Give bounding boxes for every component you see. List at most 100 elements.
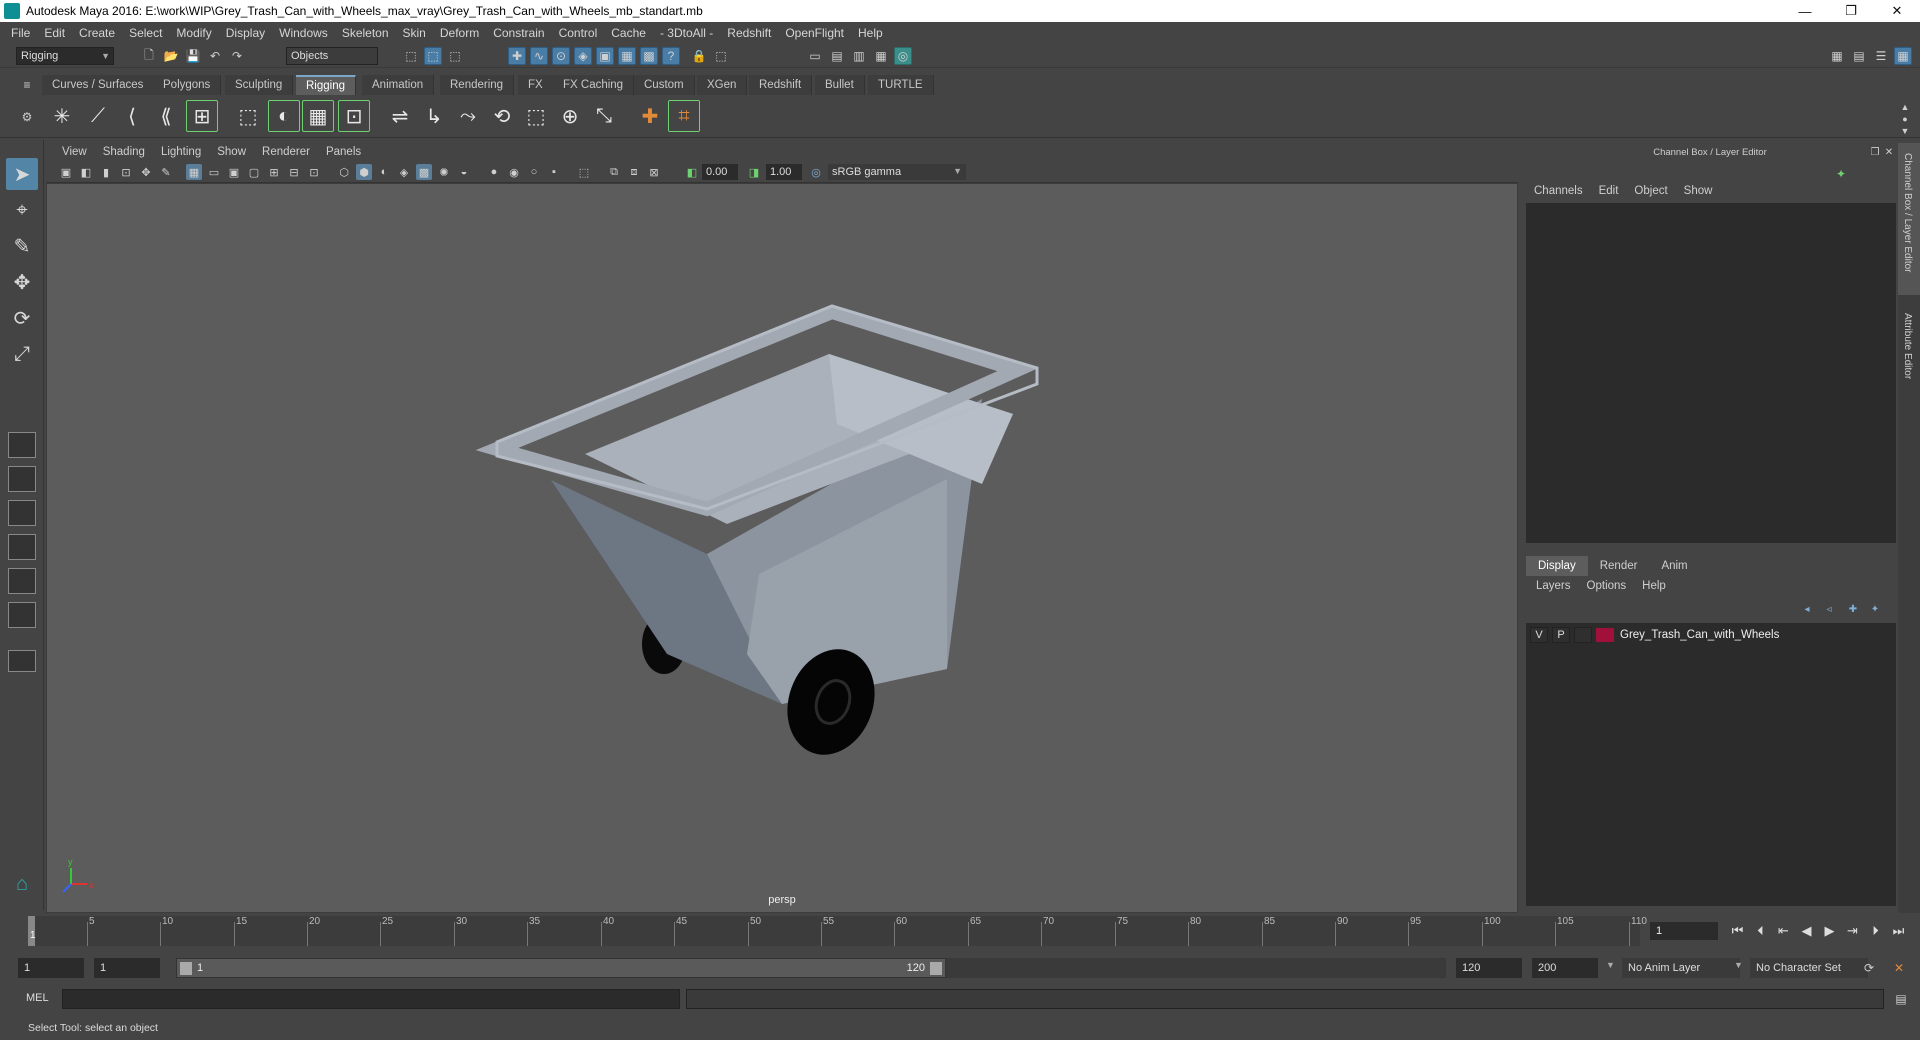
- 2d-pan-zoom-icon[interactable]: ✥: [138, 164, 154, 180]
- grid-toggle-icon[interactable]: ▦: [186, 164, 202, 180]
- cb-menu-object[interactable]: Object: [1626, 185, 1675, 203]
- menu-3dtoall[interactable]: - 3DtoAll -: [653, 26, 720, 40]
- grease-pencil-icon[interactable]: ✎: [158, 164, 174, 180]
- cb-menu-edit[interactable]: Edit: [1591, 185, 1627, 203]
- render-frame-icon[interactable]: ▭: [806, 47, 824, 65]
- tab-sculpting[interactable]: Sculpting: [225, 75, 294, 95]
- panel-menu-shading[interactable]: Shading: [95, 146, 153, 158]
- aim-constraint-icon[interactable]: ⬚: [520, 100, 552, 132]
- menu-select[interactable]: Select: [122, 26, 169, 40]
- menu-constrain[interactable]: Constrain: [486, 26, 551, 40]
- play-forward-icon[interactable]: ▶: [1818, 920, 1841, 942]
- menu-redshift[interactable]: Redshift: [720, 26, 778, 40]
- tab-anim[interactable]: Anim: [1649, 556, 1699, 576]
- maya-home-icon[interactable]: ⌂: [6, 868, 38, 900]
- exposure-field[interactable]: 0.00: [702, 164, 738, 180]
- menu-deform[interactable]: Deform: [433, 26, 486, 40]
- layer-type-toggle[interactable]: [1574, 627, 1592, 643]
- input-ops-icon[interactable]: ⬚: [712, 47, 730, 65]
- rotate-tool-icon[interactable]: ⟳: [6, 302, 38, 334]
- range-slider-track[interactable]: 1 120: [176, 958, 946, 978]
- go-to-start-icon[interactable]: ⏮: [1726, 920, 1749, 942]
- new-layer-selected-icon[interactable]: ✦: [1866, 600, 1884, 618]
- orient-constraint-icon[interactable]: ⤳: [452, 100, 484, 132]
- xray-components-icon[interactable]: ⊠: [646, 164, 662, 180]
- lattice-icon[interactable]: ▦: [302, 100, 334, 132]
- playback-end-field[interactable]: 120: [1456, 958, 1522, 978]
- select-object-icon[interactable]: ⬚: [424, 47, 442, 65]
- open-scene-icon[interactable]: 📂: [162, 47, 180, 65]
- more-layouts-icon[interactable]: [8, 650, 36, 672]
- field-chart-icon[interactable]: ⊞: [266, 164, 282, 180]
- layer-visibility-toggle[interactable]: V: [1530, 627, 1548, 643]
- safe-title-icon[interactable]: ⊡: [306, 164, 322, 180]
- range-end-handle[interactable]: [930, 962, 942, 975]
- time-slider[interactable]: 1 5 10 15 20 25 30 35 40 45 50 55 60 65 70 75 80 85 90 95 1…: [20, 916, 1647, 946]
- animation-start-field[interactable]: 1: [18, 958, 84, 978]
- menu-cache[interactable]: Cache: [604, 26, 653, 40]
- parent-constraint-icon[interactable]: ⇌: [384, 100, 416, 132]
- modeling-toolkit-icon[interactable]: ▦: [1828, 47, 1846, 65]
- anti-aliasing-icon[interactable]: ○: [526, 164, 542, 180]
- animation-end-field[interactable]: 200: [1532, 958, 1598, 978]
- menu-help[interactable]: Help: [851, 26, 890, 40]
- menu-create[interactable]: Create: [72, 26, 122, 40]
- paint-select-icon[interactable]: ✎: [6, 230, 38, 262]
- default-lighting-icon[interactable]: ◐: [376, 164, 392, 180]
- chevron-down-icon[interactable]: ▼: [1606, 960, 1615, 970]
- layer-row[interactable]: V P Grey_Trash_Can_with_Wheels: [1530, 626, 1892, 644]
- shelf-settings-icon[interactable]: ⚙: [18, 108, 36, 126]
- render-view-icon[interactable]: ◎: [894, 47, 912, 65]
- current-frame-field[interactable]: 1: [1650, 922, 1718, 940]
- play-backward-icon[interactable]: ◀: [1795, 920, 1818, 942]
- le-menu-layers[interactable]: Layers: [1528, 580, 1579, 598]
- four-view-layout-icon[interactable]: [8, 466, 36, 492]
- tab-polygons[interactable]: Polygons: [153, 75, 222, 95]
- move-layer-up-icon[interactable]: ◂: [1798, 600, 1816, 618]
- symmetry-icon[interactable]: ?: [662, 47, 680, 65]
- selection-mode-dropdown[interactable]: Objects: [286, 47, 378, 65]
- animation-prefs-icon[interactable]: ✕: [1890, 959, 1908, 977]
- persp-uv-layout-icon[interactable]: [8, 602, 36, 628]
- save-scene-icon[interactable]: 💾: [184, 47, 202, 65]
- create-pivot-icon[interactable]: ✚: [634, 100, 666, 132]
- shadows-icon[interactable]: ◒: [456, 164, 472, 180]
- channel-box-toggle-icon[interactable]: ▦: [1894, 47, 1912, 65]
- snap-live-surface-icon[interactable]: ▣: [596, 47, 614, 65]
- playback-start-field[interactable]: 1: [94, 958, 160, 978]
- tab-render[interactable]: Render: [1588, 556, 1650, 576]
- xray-icon[interactable]: ⧉: [606, 164, 622, 180]
- resolution-gate-icon[interactable]: ▣: [226, 164, 242, 180]
- menu-modify[interactable]: Modify: [169, 26, 218, 40]
- tab-curves-surfaces[interactable]: Curves / Surfaces: [42, 75, 155, 95]
- character-set-dropdown[interactable]: No Character Set: [1750, 958, 1868, 978]
- tab-animation[interactable]: Animation: [362, 75, 435, 95]
- step-back-icon[interactable]: ⏴: [1749, 920, 1772, 942]
- move-tool-icon[interactable]: ✥: [6, 266, 38, 298]
- snap-curve-icon[interactable]: ∿: [530, 47, 548, 65]
- close-panel-icon[interactable]: ✕: [1880, 143, 1898, 161]
- bind-skin-icon[interactable]: ⬚: [232, 100, 264, 132]
- tab-display[interactable]: Display: [1526, 556, 1588, 576]
- tab-rendering[interactable]: Rendering: [440, 75, 515, 95]
- render-settings-icon[interactable]: ▥: [850, 47, 868, 65]
- step-forward-key-icon[interactable]: ⇥: [1841, 920, 1864, 942]
- side-tab-attribute-editor[interactable]: Attribute Editor: [1902, 313, 1913, 379]
- gate-mask-icon[interactable]: ▢: [246, 164, 262, 180]
- menu-control[interactable]: Control: [552, 26, 605, 40]
- restore-button[interactable]: ❐: [1828, 0, 1874, 22]
- color-management-icon[interactable]: ◎: [808, 164, 824, 180]
- use-all-lights-icon[interactable]: ✺: [436, 164, 452, 180]
- wireframe-icon[interactable]: ⬡: [336, 164, 352, 180]
- select-component-icon[interactable]: ⬚: [446, 47, 464, 65]
- tool-settings-toggle-icon[interactable]: ☰: [1872, 47, 1890, 65]
- le-menu-options[interactable]: Options: [1579, 580, 1635, 598]
- screen-space-ao-icon[interactable]: ●: [486, 164, 502, 180]
- bookmark-icon[interactable]: ▮: [98, 164, 114, 180]
- menu-display[interactable]: Display: [219, 26, 272, 40]
- attribute-editor-toggle-icon[interactable]: ▤: [1850, 47, 1868, 65]
- xray-joints-icon[interactable]: ⧈: [626, 164, 642, 180]
- channel-box-area[interactable]: [1526, 203, 1896, 543]
- manipulator-icon[interactable]: ✦: [1832, 165, 1850, 183]
- color-space-dropdown[interactable]: sRGB gamma ▼: [828, 164, 966, 180]
